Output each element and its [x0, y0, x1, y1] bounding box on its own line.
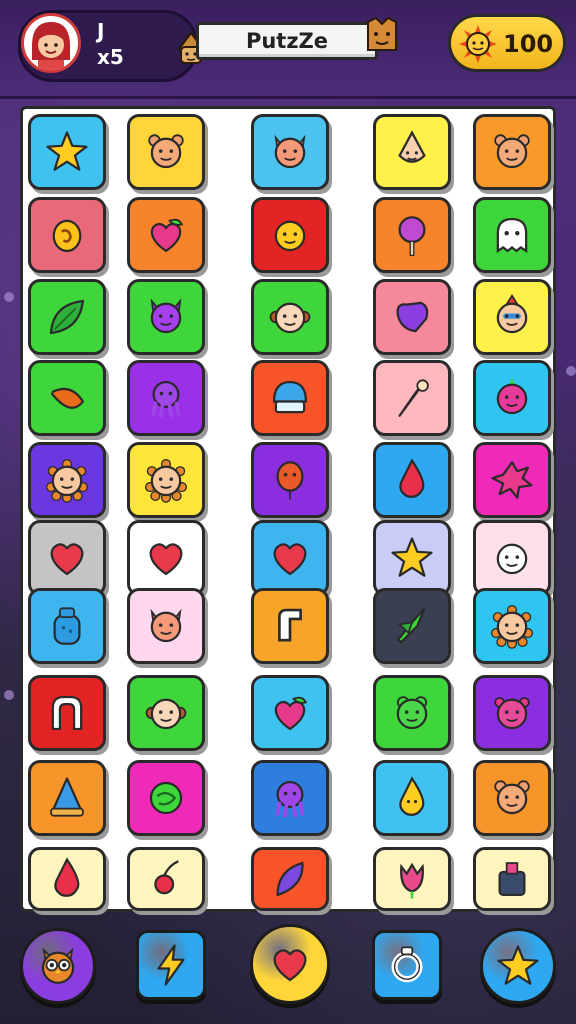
tile-r7-c1[interactable]: [28, 588, 106, 664]
tile-r2-c5[interactable]: [473, 197, 551, 273]
tile-r10-c4[interactable]: [373, 847, 451, 911]
tile-r4-c3[interactable]: [251, 360, 329, 436]
tile-r9-c2[interactable]: [127, 760, 205, 836]
tile-r8-c4[interactable]: [373, 675, 451, 751]
tile-r7-c3[interactable]: [251, 588, 329, 664]
tile-r6-c4[interactable]: [373, 520, 451, 596]
tile-r7-c4[interactable]: [373, 588, 451, 664]
tile-r8-c2[interactable]: [127, 675, 205, 751]
tile-r7-c2[interactable]: [127, 588, 205, 664]
tile-r4-c4[interactable]: [373, 360, 451, 436]
tile-r4-c2[interactable]: [127, 360, 205, 436]
tile-r1-c1[interactable]: [28, 114, 106, 190]
tile-r1-c2[interactable]: [127, 114, 205, 190]
star-button[interactable]: [480, 928, 556, 1004]
tile-r6-c1[interactable]: [28, 520, 106, 596]
tile-r2-c2[interactable]: [127, 197, 205, 273]
tile-r10-c2[interactable]: [127, 847, 205, 911]
tile-r8-c1[interactable]: [28, 675, 106, 751]
decor-dot: [4, 690, 14, 700]
coin-amount: 100: [503, 30, 554, 58]
multiplier-label: x5: [97, 45, 124, 69]
tile-r5-c3[interactable]: [251, 442, 329, 518]
tile-r3-c5[interactable]: [473, 279, 551, 355]
tile-r5-c5[interactable]: [473, 442, 551, 518]
girl-avatar-icon[interactable]: [21, 13, 81, 73]
tile-r9-c3[interactable]: [251, 760, 329, 836]
tile-r6-c3[interactable]: [251, 520, 329, 596]
tile-r2-c1[interactable]: [28, 197, 106, 273]
tile-r3-c3[interactable]: [251, 279, 329, 355]
cookie-mascot-icon: [364, 16, 400, 58]
tile-r3-c1[interactable]: [28, 279, 106, 355]
decor-dot: [4, 292, 14, 302]
tile-r1-c3[interactable]: [251, 114, 329, 190]
tile-r10-c5[interactable]: [473, 847, 551, 911]
tile-r6-c5[interactable]: [473, 520, 551, 596]
ring-button[interactable]: [372, 930, 442, 1000]
tile-r8-c3[interactable]: [251, 675, 329, 751]
tile-r9-c5[interactable]: [473, 760, 551, 836]
game-board: [20, 106, 556, 912]
player-panel[interactable]: J x5: [18, 10, 205, 82]
top-bar: J x5 PutzZe 100: [0, 0, 576, 99]
decor-dot: [566, 366, 576, 376]
game-title: PutzZe: [245, 29, 329, 53]
tile-r3-c4[interactable]: [373, 279, 451, 355]
tile-r1-c5[interactable]: [473, 114, 551, 190]
tile-r2-c3[interactable]: [251, 197, 329, 273]
tile-r1-c4[interactable]: [373, 114, 451, 190]
tile-r5-c1[interactable]: [28, 442, 106, 518]
tile-r8-c5[interactable]: [473, 675, 551, 751]
heart-button[interactable]: [250, 924, 330, 1004]
tile-r9-c4[interactable]: [373, 760, 451, 836]
title-banner: PutzZe: [196, 22, 378, 60]
tile-r5-c4[interactable]: [373, 442, 451, 518]
tile-r4-c1[interactable]: [28, 360, 106, 436]
bottom-toolbar: [0, 918, 576, 1024]
tile-r2-c4[interactable]: [373, 197, 451, 273]
tile-r6-c2[interactable]: [127, 520, 205, 596]
tile-r4-c5[interactable]: [473, 360, 551, 436]
lightning-button[interactable]: [136, 930, 206, 1000]
tile-r5-c2[interactable]: [127, 442, 205, 518]
tile-r7-c5[interactable]: [473, 588, 551, 664]
coin-counter[interactable]: 100: [448, 14, 566, 72]
tile-r10-c1[interactable]: [28, 847, 106, 911]
tile-r9-c1[interactable]: [28, 760, 106, 836]
level-label: J: [97, 19, 105, 43]
tile-r3-c2[interactable]: [127, 279, 205, 355]
owl-button[interactable]: [20, 928, 96, 1004]
sun-coin-icon: [459, 25, 497, 67]
tile-r10-c3[interactable]: [251, 847, 329, 911]
